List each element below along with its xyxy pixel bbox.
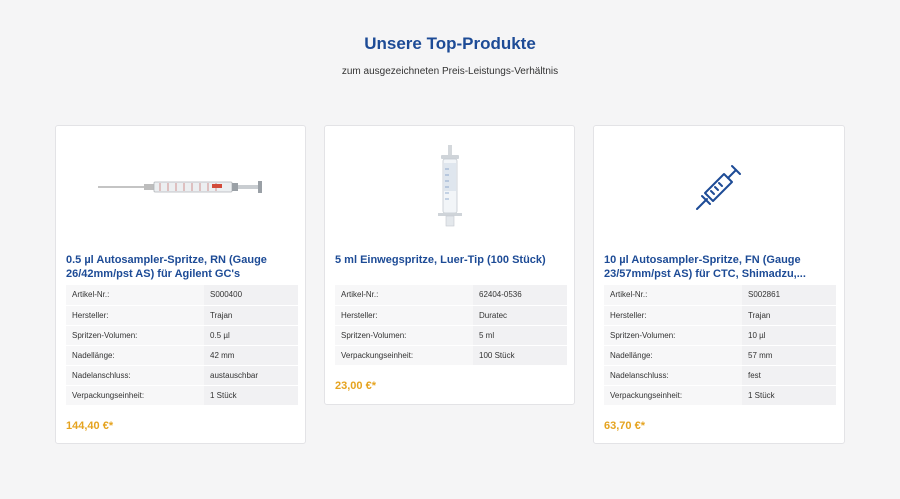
spec-row: Artikel-Nr.: 62404-0536 — [335, 285, 567, 306]
spec-value: austauschbar — [204, 365, 298, 386]
spec-value: 1 Stück — [742, 385, 836, 406]
spec-row: Verpackungseinheit: 100 Stück — [335, 345, 567, 366]
spec-label: Verpackungseinheit: — [66, 385, 204, 406]
product-price: 144,40 €* — [66, 420, 114, 432]
spec-label: Nadellänge: — [66, 345, 204, 366]
spec-row: Hersteller: Trajan — [66, 305, 298, 326]
spec-label: Nadelanschluss: — [604, 365, 742, 386]
spec-row: Artikel-Nr.: S002861 — [604, 285, 836, 306]
product-card[interactable]: 5 ml Einwegspritze, Luer-Tip (100 Stück)… — [324, 125, 575, 405]
spec-value: fest — [742, 365, 836, 386]
spec-label: Verpackungseinheit: — [604, 385, 742, 406]
product-card[interactable]: 10 µl Autosampler-Spritze, FN (Gauge 23/… — [593, 125, 845, 444]
spec-value: 0.5 µl — [204, 325, 298, 346]
product-name[interactable]: 5 ml Einwegspritze, Luer-Tip (100 Stück) — [335, 253, 567, 267]
spec-row: Nadelanschluss: fest — [604, 365, 836, 386]
spec-row: Artikel-Nr.: S000400 — [66, 285, 298, 306]
spec-label: Artikel-Nr.: — [66, 285, 204, 306]
spec-label: Artikel-Nr.: — [604, 285, 742, 306]
product-price: 63,70 €* — [604, 420, 645, 432]
spec-value: S000400 — [204, 285, 298, 306]
spec-value: 57 mm — [742, 345, 836, 366]
spec-label: Hersteller: — [604, 305, 742, 326]
spec-row: Hersteller: Duratec — [335, 305, 567, 326]
spec-value: Trajan — [742, 305, 836, 326]
spec-row: Verpackungseinheit: 1 Stück — [604, 385, 836, 406]
spec-value: Duratec — [473, 305, 567, 326]
section-title: Unsere Top-Produkte — [364, 34, 536, 53]
spec-value: S002861 — [742, 285, 836, 306]
spec-value: 1 Stück — [204, 385, 298, 406]
spec-value: 5 ml — [473, 325, 567, 346]
spec-value: Trajan — [204, 305, 298, 326]
syringe-icon — [696, 165, 741, 210]
spec-row: Verpackungseinheit: 1 Stück — [66, 385, 298, 406]
spec-value: 100 Stück — [473, 345, 567, 366]
spec-row: Nadelanschluss: austauschbar — [66, 365, 298, 386]
spec-row: Nadellänge: 42 mm — [66, 345, 298, 366]
product-image[interactable] — [325, 126, 574, 248]
product-card[interactable]: 0.5 µl Autosampler-Spritze, RN (Gauge 26… — [55, 125, 306, 444]
spec-label: Hersteller: — [335, 305, 473, 326]
spec-table: Artikel-Nr.: S000400 Hersteller: Trajan Sp… — [66, 285, 298, 406]
spec-row: Spritzen-Volumen: 0.5 µl — [66, 325, 298, 346]
spec-row: Nadellänge: 57 mm — [604, 345, 836, 366]
product-image[interactable] — [594, 126, 844, 248]
section-subtitle: zum ausgezeichneten Preis-Leistungs-Verh… — [341, 66, 559, 77]
spec-table: Artikel-Nr.: S002861 Hersteller: Trajan Sp… — [604, 285, 836, 406]
spec-row: Spritzen-Volumen: 5 ml — [335, 325, 567, 346]
spec-label: Verpackungseinheit: — [335, 345, 473, 366]
spec-table: Artikel-Nr.: 62404-0536 Hersteller: Durate… — [335, 285, 567, 366]
spec-row: Hersteller: Trajan — [604, 305, 836, 326]
syringe-glass-horizontal-image — [97, 181, 262, 193]
spec-value: 62404-0536 — [473, 285, 567, 306]
spec-row: Spritzen-Volumen: 10 µl — [604, 325, 836, 346]
spec-label: Spritzen-Volumen: — [604, 325, 742, 346]
disposable-syringe-image — [437, 145, 462, 227]
spec-value: 10 µl — [742, 325, 836, 346]
spec-label: Spritzen-Volumen: — [66, 325, 204, 346]
product-name[interactable]: 0.5 µl Autosampler-Spritze, RN (Gauge 26… — [66, 253, 298, 281]
spec-label: Nadelanschluss: — [66, 365, 204, 386]
product-price: 23,00 €* — [335, 380, 376, 392]
spec-label: Hersteller: — [66, 305, 204, 326]
spec-value: 42 mm — [204, 345, 298, 366]
spec-label: Spritzen-Volumen: — [335, 325, 473, 346]
product-image[interactable] — [56, 126, 305, 248]
product-name[interactable]: 10 µl Autosampler-Spritze, FN (Gauge 23/… — [604, 253, 836, 281]
spec-label: Nadellänge: — [604, 345, 742, 366]
spec-label: Artikel-Nr.: — [335, 285, 473, 306]
